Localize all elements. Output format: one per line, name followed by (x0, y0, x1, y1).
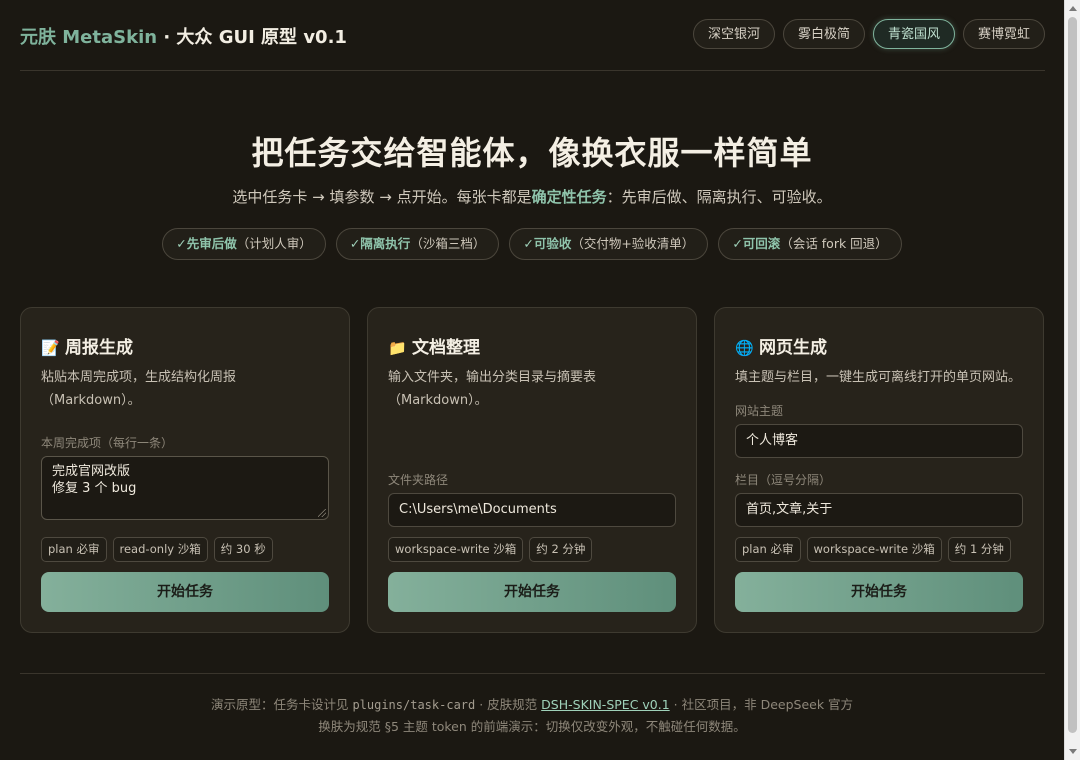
pill-note: （沙箱三档） (410, 236, 486, 251)
footer-text: · 社区项目，非 DeepSeek 官方 (669, 697, 854, 712)
field-label: 网站主题 (735, 404, 784, 418)
tag: 约 30 秒 (213, 537, 273, 562)
tag: 约 1 分钟 (947, 537, 1011, 562)
task-card-weekly-report: 📝 周报生成 粘贴本周完成项，生成结构化周报（Markdown）。 本周完成项（每… (20, 307, 350, 633)
skin-button-celadon[interactable]: 青瓷国风 (872, 19, 955, 49)
feature-pill-sandbox: ✓隔离执行（沙箱三档） (335, 228, 500, 260)
tag: workspace-write 沙箱 (806, 537, 942, 562)
skin-button-deep-space[interactable]: 深空银河 (692, 19, 775, 49)
folder-path-input[interactable]: C:\Users\me\Documents (388, 493, 676, 527)
skin-spec-link[interactable]: DSH-SKIN-SPEC v0.1 (541, 697, 670, 712)
footer-line-1: 演示原型：任务卡设计见 plugins/task-card · 皮肤规范 DSH… (0, 694, 1064, 716)
card-description: 输入文件夹，输出分类目录与摘要表（Markdown）。 (388, 370, 597, 408)
scrollbar-thumb[interactable] (1068, 17, 1077, 733)
footer-line-2: 换肤为规范 §5 主题 token 的前端演示：切换仅改变外观，不触碰任何数据。 (318, 719, 746, 734)
resize-handle[interactable] (318, 509, 326, 517)
tag: 约 2 分钟 (529, 537, 593, 562)
card-title-text: 文档整理 (412, 338, 480, 358)
feature-pill-review: ✓先审后做（计划人审） (162, 228, 326, 260)
pill-note: （会话 fork 回退） (780, 236, 888, 251)
textarea-line: 修复 3 个 bug (52, 481, 137, 496)
hero-subtitle-part: ：先审后做、隔离执行、可验收。 (606, 188, 832, 206)
card-title: 🌐 网页生成 (735, 333, 827, 358)
feature-pills: ✓先审后做（计划人审） ✓隔离执行（沙箱三档） ✓可验收（交付物+验收清单） ✓… (0, 228, 1064, 260)
footer: 演示原型：任务卡设计见 plugins/task-card · 皮肤规范 DSH… (0, 694, 1064, 737)
textarea-line: 完成官网改版 (52, 464, 131, 479)
card-title: 📁 文档整理 (388, 333, 480, 358)
hero-subtitle: 选中任务卡 → 填参数 → 点开始。每张卡都是确定性任务：先审后做、隔离执行、可… (0, 186, 1064, 207)
task-card-doc-organize: 📁 文档整理 输入文件夹，输出分类目录与摘要表（Markdown）。 文件夹路径 … (367, 307, 697, 633)
feature-pill-acceptance: ✓可验收（交付物+验收清单） (509, 228, 709, 260)
vertical-scrollbar[interactable] (1064, 0, 1080, 760)
pill-note: （计划人审） (236, 236, 312, 251)
skin-button-mist-white[interactable]: 雾白极简 (782, 19, 865, 49)
pill-note: （交付物+验收清单） (571, 236, 695, 251)
tag: read-only 沙箱 (112, 537, 208, 562)
tag: plan 必审 (735, 537, 801, 562)
header: 元肤 MetaSkin · 大众 GUI 原型 v0.1 深空银河 雾白极简 青… (20, 0, 1045, 71)
hero-title: 把任务交给智能体，像换衣服一样简单 (251, 134, 813, 172)
card-tags: plan 必审 read-only 沙箱 约 30 秒 (41, 537, 329, 562)
card-tags: workspace-write 沙箱 约 2 分钟 (388, 537, 676, 562)
brand-title: 元肤 MetaSkin · 大众 GUI 原型 v0.1 (20, 23, 347, 49)
check-icon: ✓ (523, 236, 534, 251)
brand-name: 元肤 MetaSkin (20, 27, 158, 48)
check-icon: ✓ (349, 236, 361, 251)
brand-subtitle: · 大众 GUI 原型 v0.1 (157, 27, 347, 48)
pill-label: 先审后做 (186, 236, 237, 251)
scroll-up-arrow-icon[interactable] (1069, 6, 1077, 11)
pill-label: 可验收 (533, 236, 572, 251)
footer-divider (20, 673, 1045, 674)
skin-button-cyber-neon[interactable]: 赛博霓虹 (962, 19, 1045, 49)
card-description: 粘贴本周完成项，生成结构化周报（Markdown）。 (41, 370, 237, 408)
card-title: 📝 周报生成 (41, 333, 133, 358)
pill-label: 隔离执行 (360, 236, 411, 251)
start-task-button[interactable]: 开始任务 (388, 572, 676, 612)
tag: workspace-write 沙箱 (388, 537, 524, 562)
card-title-text: 周报生成 (65, 338, 133, 358)
footer-text: 演示原型：任务卡设计见 (210, 697, 353, 712)
site-theme-input[interactable]: 个人博客 (735, 424, 1023, 458)
field-label: 栏目（逗号分隔） (735, 473, 832, 487)
card-description: 填主题与栏目，一键生成可离线打开的单页网站。 (735, 370, 1022, 385)
folder-icon: 📁 (388, 339, 407, 357)
hero-subtitle-part: 选中任务卡 → 填参数 → 点开始。每张卡都是 (232, 188, 532, 206)
feature-pill-rollback: ✓可回滚（会话 fork 回退） (718, 228, 902, 260)
field-label: 文件夹路径 (388, 473, 449, 487)
start-task-button[interactable]: 开始任务 (41, 572, 329, 612)
skin-switcher: 深空银河 雾白极简 青瓷国风 赛博霓虹 (692, 19, 1045, 49)
page: 元肤 MetaSkin · 大众 GUI 原型 v0.1 深空银河 雾白极简 青… (0, 0, 1064, 760)
scroll-down-arrow-icon[interactable] (1069, 749, 1077, 754)
memo-icon: 📝 (41, 339, 60, 357)
footer-code-path: plugins/task-card (352, 698, 476, 712)
start-task-button[interactable]: 开始任务 (735, 572, 1023, 612)
footer-text: · 皮肤规范 (475, 697, 542, 712)
check-icon: ✓ (732, 236, 743, 251)
completed-items-textarea[interactable]: 完成官网改版 修复 3 个 bug (41, 456, 329, 520)
pill-label: 可回滚 (742, 236, 781, 251)
card-tags: plan 必审 workspace-write 沙箱 约 1 分钟 (735, 537, 1023, 562)
field-label: 本周完成项（每行一条） (41, 436, 174, 450)
globe-icon: 🌐 (735, 339, 754, 357)
sections-input[interactable]: 首页,文章,关于 (735, 493, 1023, 527)
task-card-webpage: 🌐 网页生成 填主题与栏目，一键生成可离线打开的单页网站。 网站主题 个人博客 栏… (714, 307, 1044, 633)
check-icon: ✓ (176, 236, 187, 251)
card-title-text: 网页生成 (759, 338, 827, 358)
hero-subtitle-highlight: 确定性任务 (531, 188, 607, 206)
tag: plan 必审 (41, 537, 107, 562)
